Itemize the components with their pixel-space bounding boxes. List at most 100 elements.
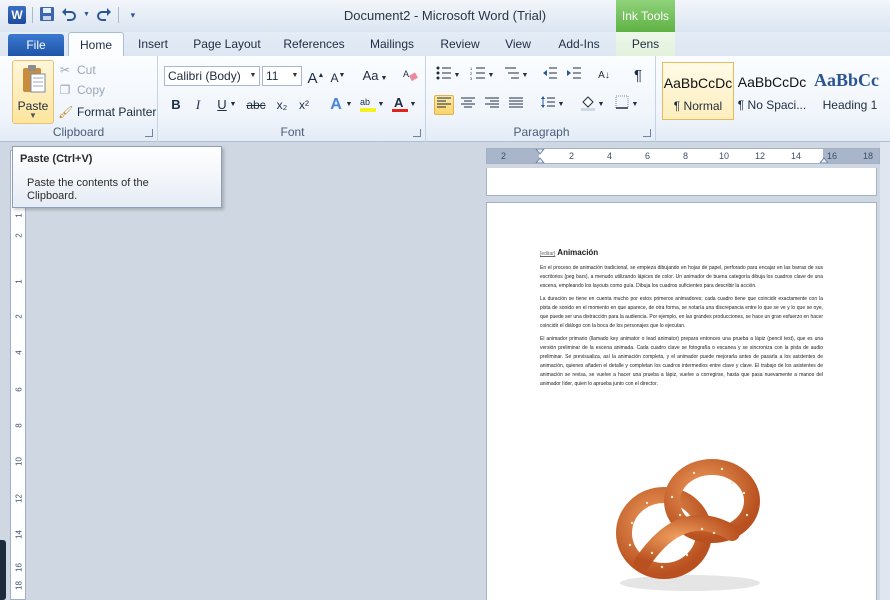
align-right-icon[interactable] — [482, 95, 502, 115]
window-title: Document2 - Microsoft Word (Trial) — [343, 8, 547, 23]
paste-button[interactable]: Paste ▼ — [12, 60, 54, 124]
clipboard-dialog-launcher-icon[interactable] — [145, 129, 153, 137]
line-spacing-icon[interactable] — [538, 95, 558, 115]
ruler-label: 6 — [14, 387, 24, 392]
vertical-ruler[interactable]: 1 2 1 2 4 6 8 10 12 14 16 18 — [10, 150, 26, 600]
clipboard-group-label: Clipboard — [52, 125, 105, 139]
ribbon-home: Paste ▼ ✂ Cut ❐ Copy 🖌 Format Painter Cl… — [0, 56, 890, 142]
font-group-label: Font — [280, 125, 305, 139]
ruler-label: 10 — [14, 457, 24, 466]
paragraph-group: ▼ 123 ▼ ▼ A↓ ¶ ▼ ▼ ▼ Paragraph — [428, 56, 656, 142]
tab-review[interactable]: Review — [432, 32, 488, 56]
ruler-label: 8 — [683, 151, 689, 161]
highlight-color-icon[interactable]: ab — [358, 95, 378, 115]
clear-formatting-icon[interactable]: A — [400, 66, 420, 86]
paragraph-dialog-launcher-icon[interactable] — [643, 129, 651, 137]
justify-icon[interactable] — [506, 95, 526, 115]
document-page[interactable]: [editar] Animación En el proceso de anima… — [486, 202, 877, 600]
bold-button[interactable]: B — [166, 95, 186, 115]
font-size-combo[interactable]: 11 ▼ — [262, 66, 302, 86]
paste-icon — [23, 65, 46, 93]
vertical-scrollbar[interactable] — [880, 142, 890, 600]
document-body[interactable]: [editar] Animación En el proceso de anima… — [540, 247, 823, 393]
ribbon-tab-row: File Home Insert Page Layout References … — [0, 32, 890, 56]
tab-view[interactable]: View — [496, 32, 540, 56]
subscript-button[interactable]: x₂ — [272, 95, 292, 115]
underline-dropdown-icon[interactable]: ▼ — [228, 95, 238, 115]
ruler-label: 18 — [863, 151, 874, 161]
shrink-font-button[interactable]: A▼ — [328, 66, 348, 86]
font-family-combo[interactable]: Calibri (Body) ▼ — [164, 66, 260, 86]
multilevel-list-icon[interactable] — [502, 66, 522, 86]
change-case-button[interactable]: Aa ▼ — [360, 66, 390, 86]
indent-marker-icon[interactable] — [535, 149, 545, 163]
font-color-dropdown-icon[interactable]: ▼ — [408, 95, 418, 115]
borders-icon[interactable] — [612, 95, 632, 115]
numbering-icon[interactable]: 123 — [468, 66, 488, 86]
superscript-button[interactable]: x² — [294, 95, 314, 115]
align-left-icon[interactable] — [434, 95, 454, 115]
ruler-label: 2 — [14, 314, 24, 319]
style-no-spacing[interactable]: AaBbCcDc ¶ No Spaci... — [736, 62, 808, 120]
bullets-dropdown-icon[interactable]: ▼ — [452, 66, 462, 86]
text-effects-icon[interactable]: A — [326, 95, 346, 115]
paste-dropdown-icon[interactable]: ▼ — [13, 111, 53, 120]
numbering-dropdown-icon[interactable]: ▼ — [486, 66, 496, 86]
tab-add-ins[interactable]: Add-Ins — [548, 32, 610, 56]
style-sample: AaBbCc — [814, 70, 880, 90]
tab-home[interactable]: Home — [68, 32, 124, 56]
ruler-label: 14 — [14, 530, 24, 539]
sort-icon[interactable]: A↓ — [594, 66, 614, 86]
scissors-icon: ✂ — [59, 63, 71, 77]
style-heading-1[interactable]: AaBbCc Heading 1 — [810, 62, 890, 120]
pretzel-image[interactable] — [602, 443, 767, 598]
copy-button[interactable]: ❐ Copy — [58, 80, 105, 100]
text-effects-dropdown-icon[interactable]: ▼ — [344, 95, 354, 115]
svg-text:3: 3 — [470, 76, 473, 80]
tab-insert[interactable]: Insert — [130, 32, 176, 56]
document-heading: [editar] Animación — [540, 247, 823, 260]
format-painter-button[interactable]: 🖌 Format Painter — [58, 102, 156, 122]
show-formatting-marks-button[interactable]: ¶ — [628, 66, 648, 86]
font-family-value: Calibri (Body) — [168, 69, 241, 83]
heading-text: Animación — [557, 248, 599, 257]
tab-mailings[interactable]: Mailings — [360, 32, 424, 56]
right-indent-marker-icon[interactable] — [819, 149, 829, 163]
style-normal[interactable]: AaBbCcDc ¶ Normal — [662, 62, 734, 120]
horizontal-ruler[interactable]: 2 2 4 6 8 10 12 14 16 18 — [486, 148, 880, 164]
clipboard-group: Paste ▼ ✂ Cut ❐ Copy 🖌 Format Painter Cl… — [0, 56, 158, 142]
shading-icon[interactable] — [578, 95, 598, 115]
increase-indent-icon[interactable] — [564, 66, 584, 86]
ruler-label: 10 — [719, 151, 730, 161]
line-spacing-dropdown-icon[interactable]: ▼ — [556, 95, 566, 115]
highlight-dropdown-icon[interactable]: ▼ — [376, 95, 386, 115]
tooltip-title: Paste (Ctrl+V) — [20, 153, 93, 165]
tab-page-layout[interactable]: Page Layout — [184, 32, 270, 56]
ruler-label: 16 — [14, 563, 24, 572]
bullets-icon[interactable] — [434, 66, 454, 86]
ruler-label: 12 — [14, 494, 24, 503]
ruler-label: 2 — [501, 151, 507, 161]
decrease-indent-icon[interactable] — [540, 66, 560, 86]
font-color-icon[interactable]: A — [390, 95, 410, 115]
ink-tools-contextual-header: Ink Tools — [616, 0, 675, 32]
ruler-label: 8 — [14, 423, 24, 428]
grow-font-button[interactable]: A▲ — [306, 66, 326, 87]
multilevel-dropdown-icon[interactable]: ▼ — [520, 66, 530, 86]
document-paragraph: El animador primario (llamado key animat… — [540, 336, 823, 387]
font-dialog-launcher-icon[interactable] — [413, 129, 421, 137]
tab-file[interactable]: File — [8, 34, 64, 56]
tab-pens[interactable]: Pens — [616, 32, 675, 56]
italic-button[interactable]: I — [188, 95, 208, 115]
ruler-label: 6 — [645, 151, 651, 161]
document-paragraph: La duración se tiene en cuenta mucho por… — [540, 296, 823, 329]
align-center-icon[interactable] — [458, 95, 478, 115]
ruler-label: 18 — [14, 581, 24, 590]
font-group: Calibri (Body) ▼ 11 ▼ A▲ A▼ Aa ▼ A B I U… — [160, 56, 426, 142]
shading-dropdown-icon[interactable]: ▼ — [596, 95, 606, 115]
strikethrough-button[interactable]: abc — [244, 95, 268, 115]
cut-button[interactable]: ✂ Cut — [58, 60, 96, 80]
heading-edit-tag[interactable]: [editar] — [540, 251, 555, 257]
tab-references[interactable]: References — [278, 32, 350, 56]
borders-dropdown-icon[interactable]: ▼ — [630, 95, 640, 115]
